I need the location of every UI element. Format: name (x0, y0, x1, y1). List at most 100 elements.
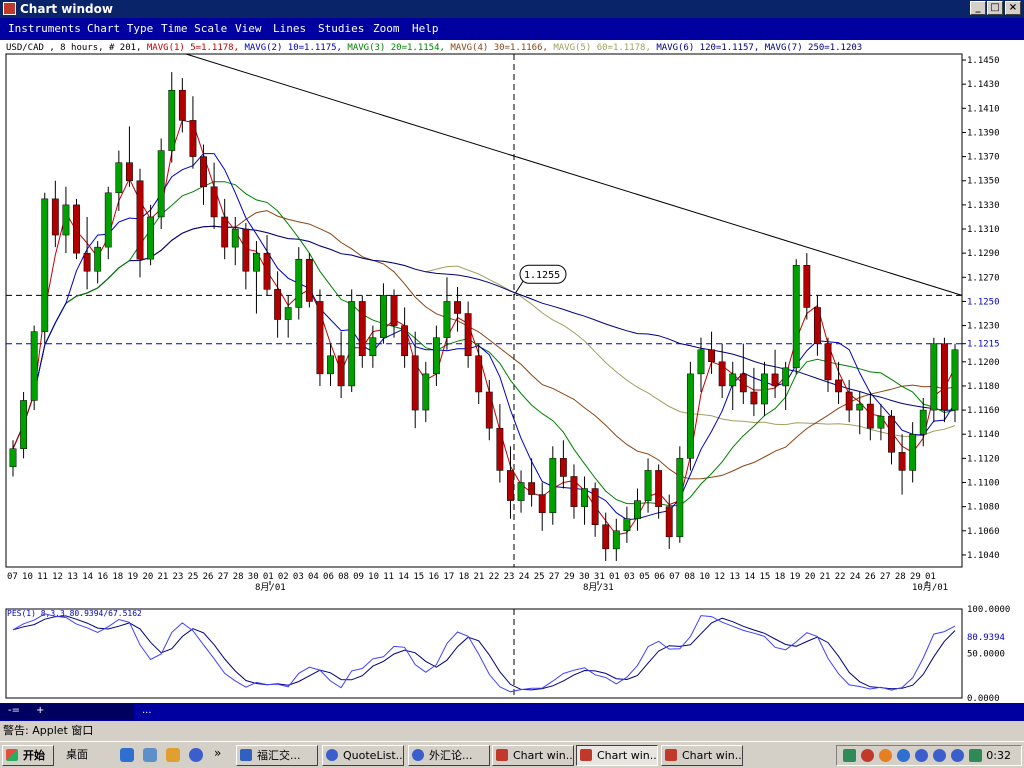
indicator-y-tick: 50.0000 (967, 650, 1005, 660)
candle-body (305, 258, 313, 302)
candle-body (51, 198, 59, 236)
candle-body (210, 186, 218, 218)
chart-toolbar: -= + ... (0, 703, 1024, 721)
menu-zoom[interactable]: Zoom (373, 22, 400, 35)
candle-body (877, 415, 885, 429)
candle-body (559, 458, 567, 477)
zoom-out-tool[interactable]: -= (8, 705, 20, 716)
x-tick-label: 07 (7, 572, 18, 582)
x-tick-label: 19 (127, 572, 138, 582)
x-tick-label: 14 (744, 572, 755, 582)
x-tick-label: 12 (714, 572, 725, 582)
task-chart-window-1[interactable]: Chart win... (492, 745, 574, 766)
close-button[interactable]: × (1005, 1, 1021, 15)
more-tools[interactable]: ... (142, 705, 152, 716)
candle-body (771, 373, 779, 387)
chart-window[interactable]: USD/CAD , 8 hours, # 201, MAVG(1) 5=1.11… (0, 40, 1024, 703)
candle-body (528, 482, 536, 495)
y-tick-label: 1.1330 (967, 201, 1000, 211)
menu-chart-type[interactable]: Chart Type (87, 22, 153, 35)
crosshair-tool[interactable]: + (36, 705, 44, 716)
candle-body (115, 162, 123, 194)
candle-body (253, 252, 260, 272)
menu-studies[interactable]: Studies (318, 22, 364, 35)
candle-body (517, 482, 525, 501)
x-tick-label: 23 (173, 572, 184, 582)
candle-body (761, 373, 768, 405)
messenger-icon[interactable] (189, 748, 203, 762)
x-tick-label: 13 (729, 572, 740, 582)
task-chart-window-3[interactable]: Chart win... (661, 745, 743, 766)
candle-body (739, 373, 747, 393)
candle-body (623, 518, 631, 532)
candle-body (104, 192, 112, 248)
fxcm-icon (240, 749, 252, 761)
x-tick-label: 14 (82, 572, 93, 582)
messenger-icon[interactable] (951, 749, 964, 762)
x-tick-label: 28 (233, 572, 244, 582)
y-tick-label: 1.1040 (967, 551, 1000, 561)
app-icon (3, 2, 16, 15)
ie-icon[interactable] (120, 748, 134, 762)
menu-time-scale[interactable]: Time Scale (161, 22, 227, 35)
ma-120-line (12, 225, 956, 449)
x-tick-label: 24 (519, 572, 530, 582)
x-tick-label: 18 (458, 572, 469, 582)
browser-icon (326, 749, 338, 761)
task-forum[interactable]: 外汇论... (408, 745, 490, 766)
candle-body (866, 403, 874, 429)
outlook-icon[interactable] (143, 748, 157, 762)
java-icon (496, 749, 508, 761)
task-chart-window-2[interactable]: Chart win... (576, 745, 658, 766)
quicklaunch-chevron-icon[interactable]: » (214, 746, 221, 760)
y-tick-label: 1.1350 (967, 177, 1000, 187)
menu-instruments[interactable]: Instruments (8, 22, 81, 35)
network-icon[interactable] (843, 749, 856, 762)
notepad-icon[interactable] (166, 748, 180, 762)
candle-body (697, 349, 705, 375)
browser-icon (412, 749, 424, 761)
x-tick-label: 03 (624, 572, 635, 582)
start-button[interactable]: 开始 (2, 745, 54, 766)
candle-body (909, 433, 917, 471)
minimize-button[interactable]: _ (970, 1, 986, 15)
x-tick-label: 07 (669, 572, 680, 582)
candle-body (178, 89, 186, 121)
candle-body (157, 150, 165, 218)
candle-body (316, 301, 324, 375)
candle-body (9, 448, 17, 468)
desktop-toolbar[interactable]: 桌面 (60, 745, 110, 766)
x-tick-label: 31 (594, 572, 605, 582)
candle-body (83, 252, 91, 272)
system-tray: 0:32 (836, 745, 1022, 766)
task-quotelist[interactable]: QuoteList... (322, 745, 404, 766)
candle-body (200, 156, 207, 188)
candle-body (485, 391, 493, 429)
candle-body (189, 120, 197, 157)
menu-lines[interactable]: Lines (273, 22, 306, 35)
candle-body (824, 343, 832, 381)
candle-body (41, 198, 49, 332)
x-tick-label: 11 (37, 572, 48, 582)
candle-body (295, 258, 303, 308)
stochastic-k-line (12, 613, 956, 693)
candle-body (73, 204, 80, 254)
maximize-button[interactable]: □ (987, 1, 1003, 15)
display-icon[interactable] (969, 749, 982, 762)
candle-body (168, 89, 176, 151)
candle-body (612, 530, 620, 550)
task-fxcm[interactable]: 福汇交... (236, 745, 318, 766)
ma-10-line (12, 153, 956, 521)
messenger-icon[interactable] (933, 749, 946, 762)
x-tick-label: 10 (699, 572, 710, 582)
x-tick-label: 24 (850, 572, 861, 582)
menu-view[interactable]: View (235, 22, 262, 35)
menu-help[interactable]: Help (412, 22, 439, 35)
x-tick-label: 23 (504, 572, 515, 582)
shield-icon[interactable] (897, 749, 910, 762)
antivirus-icon[interactable] (861, 749, 874, 762)
messenger-icon[interactable] (915, 749, 928, 762)
y-tick-label: 1.1160 (967, 406, 1000, 416)
candlestick-chart[interactable]: 1.1450 1.1430 1.1410 1.1390 1.1370 1.1350 1.13… (0, 40, 1024, 703)
tool-icon[interactable] (879, 749, 892, 762)
